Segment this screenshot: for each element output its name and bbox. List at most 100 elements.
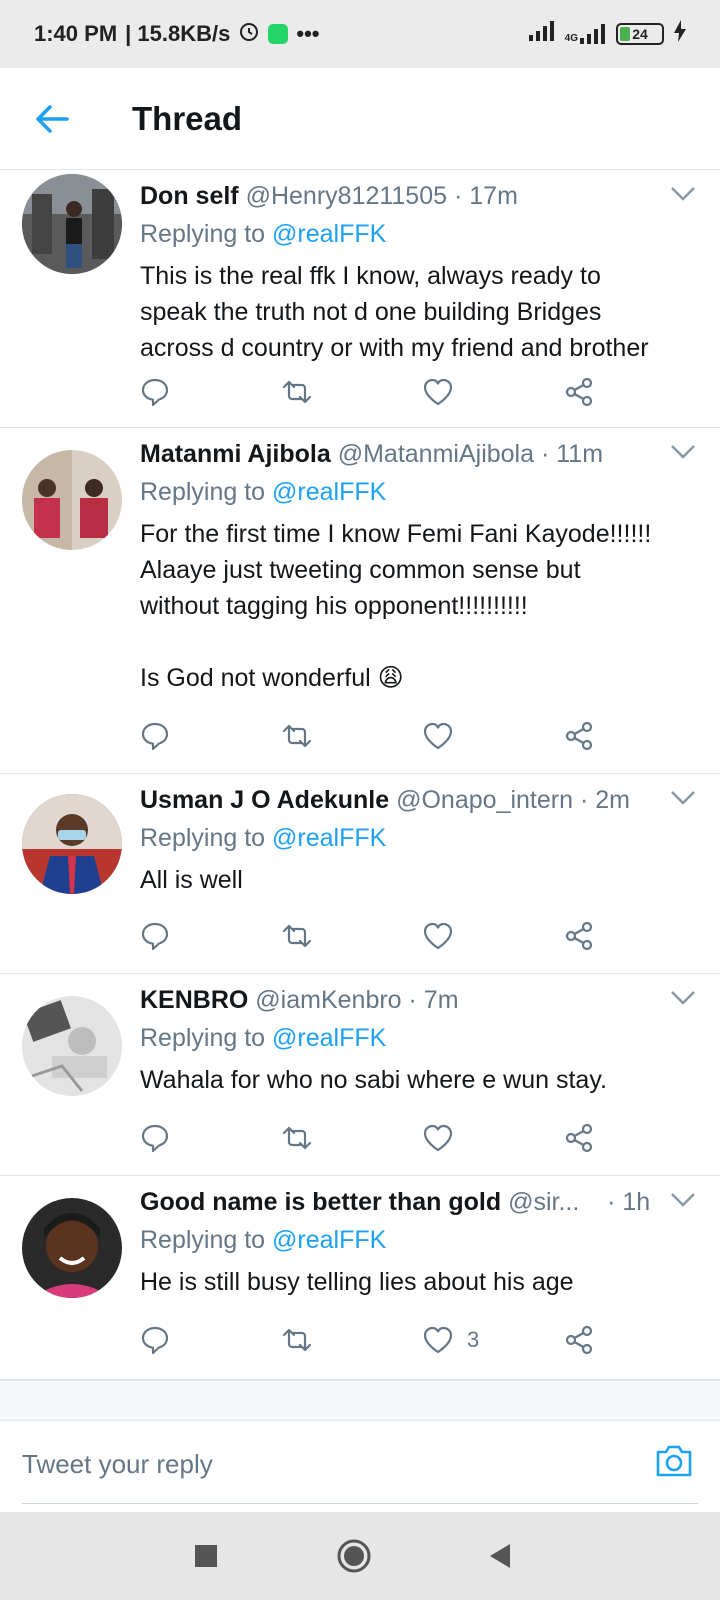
retweet-button[interactable] [280, 1118, 314, 1158]
avatar[interactable] [22, 794, 122, 894]
chevron-down-icon[interactable] [670, 1192, 696, 1213]
thread-header: Thread [0, 68, 720, 170]
page-title: Thread [132, 99, 243, 137]
retweet-icon [282, 1328, 312, 1352]
author-handle[interactable]: @Henry81211505 [246, 182, 447, 211]
camera-button[interactable] [654, 1443, 698, 1487]
chevron-down-icon[interactable] [670, 444, 696, 465]
reply-icon [141, 378, 169, 407]
like-button[interactable] [423, 916, 467, 956]
reply-button[interactable] [140, 916, 170, 956]
reply-icon [141, 922, 169, 951]
replying-to-label: Replying to [140, 220, 273, 248]
author-handle[interactable]: @iamKenbro [255, 986, 401, 1015]
circle-icon [337, 1539, 371, 1573]
replying-to-line: Replying to @realFFK [140, 478, 386, 507]
author-name[interactable]: Don self [140, 182, 239, 211]
share-icon [565, 377, 593, 407]
avatar[interactable] [22, 174, 122, 274]
like-button[interactable] [423, 1118, 467, 1158]
avatar[interactable] [22, 450, 122, 550]
author-handle[interactable]: @Onapo_intern [396, 786, 573, 815]
retweet-icon [282, 1126, 312, 1150]
replying-to-label: Replying to [140, 478, 273, 506]
composer-underline [22, 1503, 698, 1504]
retweet-icon [282, 380, 312, 404]
share-button[interactable] [564, 1118, 594, 1158]
whatsapp-icon [268, 24, 289, 44]
reply-input[interactable]: Tweet your reply [22, 1449, 213, 1480]
chevron-down-icon[interactable] [670, 790, 696, 811]
heart-icon [423, 722, 453, 750]
retweet-button[interactable] [280, 716, 314, 756]
network-type: 4G [564, 33, 578, 44]
tweet-time: · 17m [453, 182, 518, 210]
tweet-item[interactable]: Good name is better than gold @sir... · … [0, 1176, 720, 1380]
author-name[interactable]: Matanmi Ajibola [140, 440, 331, 469]
battery-level: 24 [632, 26, 648, 42]
reply-button[interactable] [140, 716, 170, 756]
mention-link[interactable]: @realFFK [272, 478, 386, 506]
retweet-button[interactable] [280, 916, 314, 956]
mention-link[interactable]: @realFFK [272, 220, 386, 248]
tweet-time: · 7m [408, 986, 459, 1014]
avatar[interactable] [22, 1198, 122, 1298]
tweet-item[interactable]: Matanmi Ajibola @MatanmiAjibola · 11m Re… [0, 428, 720, 774]
arrow-left-icon [36, 104, 69, 133]
thread-end-separator [0, 1380, 720, 1420]
tweet-item[interactable]: Usman J O Adekunle @Onapo_intern · 2m Re… [0, 774, 720, 974]
mention-link[interactable]: @realFFK [272, 1226, 386, 1254]
reply-icon [141, 722, 169, 751]
heart-icon [423, 1326, 453, 1354]
replying-to-label: Replying to [140, 824, 273, 852]
share-button[interactable] [564, 716, 594, 756]
reply-button[interactable] [140, 1320, 170, 1360]
reply-composer: Tweet your reply [0, 1420, 720, 1512]
system-back-button[interactable] [480, 1536, 520, 1576]
tweet-actions [140, 1118, 600, 1158]
home-button[interactable] [334, 1536, 374, 1576]
share-icon [565, 1325, 593, 1355]
share-icon [565, 721, 593, 751]
tweet-actions: 3 [140, 1320, 600, 1360]
like-button[interactable] [423, 372, 467, 412]
author-name[interactable]: KENBRO [140, 986, 248, 1015]
square-icon [195, 1545, 217, 1567]
reply-button[interactable] [140, 1118, 170, 1158]
author-handle[interactable]: @MatanmiAjibola [338, 440, 534, 469]
share-button[interactable] [564, 916, 594, 956]
retweet-button[interactable] [280, 1320, 314, 1360]
heart-icon [423, 922, 453, 950]
author-name[interactable]: Good name is better than gold [140, 1188, 501, 1217]
tweet-time: · 1h [607, 1188, 651, 1216]
avatar[interactable] [22, 996, 122, 1096]
author-name[interactable]: Usman J O Adekunle [140, 786, 389, 815]
tweet-header: Good name is better than gold @sir... · … [140, 1188, 700, 1217]
reply-button[interactable] [140, 372, 170, 412]
share-button[interactable] [564, 372, 594, 412]
recents-button[interactable] [186, 1536, 226, 1576]
back-button[interactable] [22, 89, 82, 149]
mention-link[interactable]: @realFFK [272, 1024, 386, 1052]
retweet-button[interactable] [280, 372, 314, 412]
tweet-time: · 2m [579, 786, 630, 814]
tweet-item[interactable]: Don self @Henry81211505 · 17m Replying t… [0, 170, 720, 428]
battery-icon: 24 [616, 23, 664, 45]
reply-icon [141, 1326, 169, 1355]
author-handle[interactable]: @sir... [508, 1188, 579, 1217]
tweet-item[interactable]: KENBRO @iamKenbro · 7m Replying to @real… [0, 974, 720, 1176]
charging-icon [674, 20, 686, 48]
share-button[interactable] [564, 1320, 594, 1360]
replying-to-line: Replying to @realFFK [140, 1226, 386, 1255]
tweet-header: Matanmi Ajibola @MatanmiAjibola · 11m [140, 440, 700, 469]
like-button[interactable]: 3 [423, 1320, 479, 1360]
tweet-text: He is still busy telling lies about his … [140, 1268, 574, 1296]
mention-link[interactable]: @realFFK [272, 824, 386, 852]
chevron-down-icon[interactable] [670, 186, 696, 207]
tweet-text: Wahala for who no sabi where e wun stay. [140, 1066, 607, 1094]
like-button[interactable] [423, 716, 467, 756]
tweet-actions [140, 916, 600, 956]
chevron-down-icon[interactable] [670, 990, 696, 1011]
share-icon [565, 1123, 593, 1153]
heart-icon [423, 378, 453, 406]
